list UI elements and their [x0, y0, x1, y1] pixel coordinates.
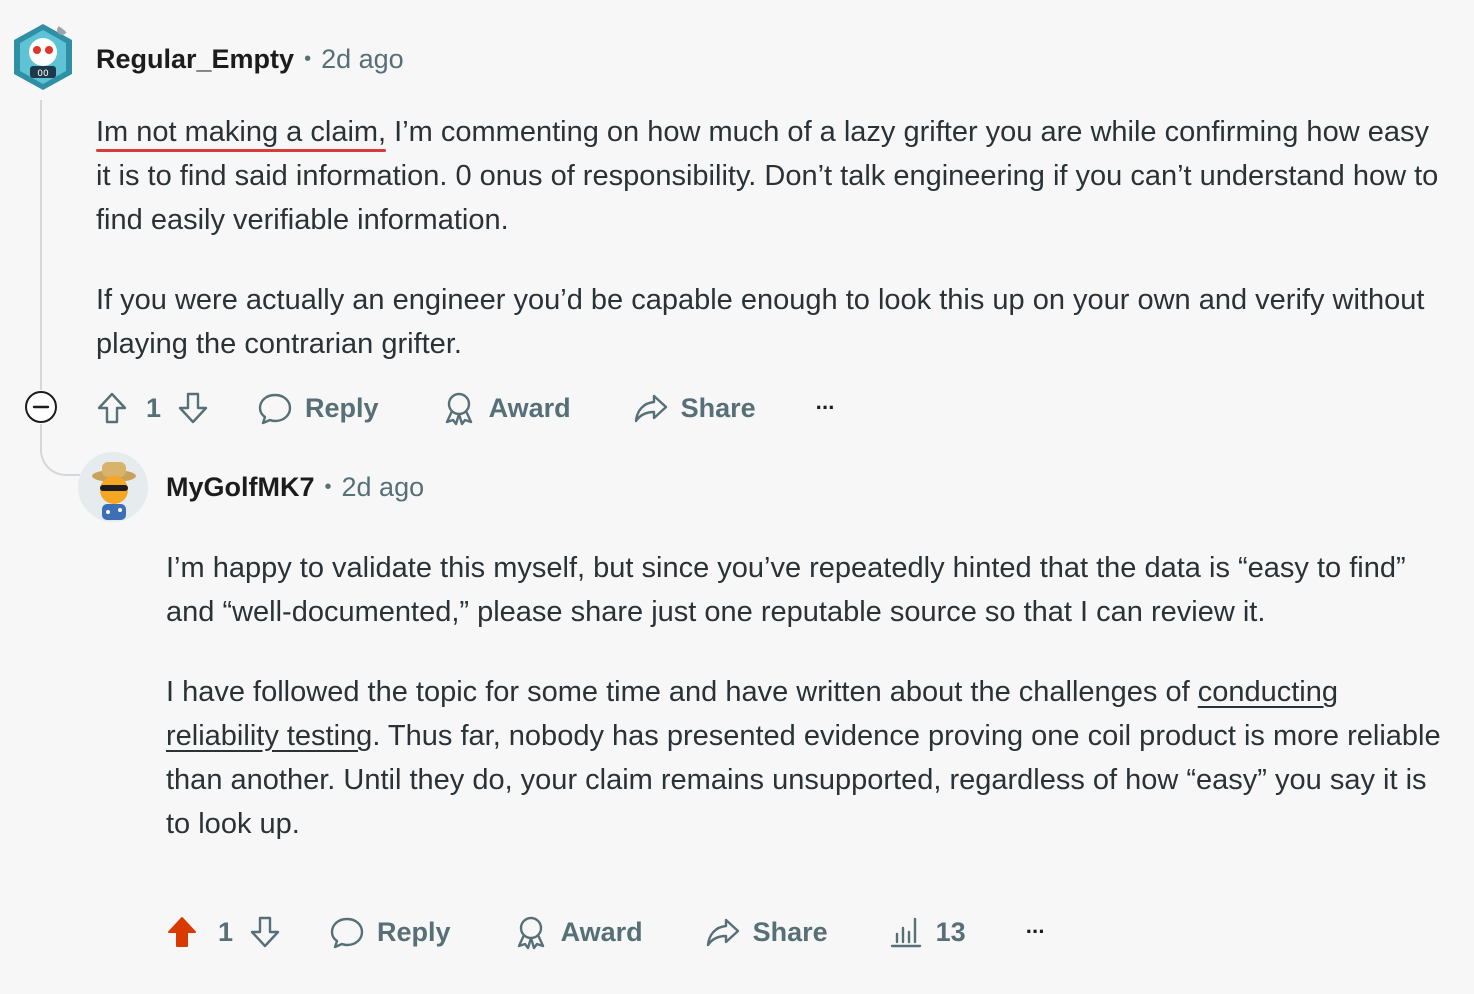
award-icon	[445, 392, 472, 426]
comment-body: I’m happy to validate this myself, but s…	[166, 546, 1446, 846]
upvote-button[interactable]	[164, 914, 200, 950]
comment-meta: Regular_Empty • 2d ago	[96, 44, 404, 75]
comment-actions: 1 Reply Award Share 13 ···	[164, 912, 1046, 952]
downvote-icon	[178, 392, 208, 424]
comment-actions: 1 Reply Award Share ···	[94, 388, 836, 428]
comment-paragraph: I have followed the topic for some time …	[166, 670, 1446, 846]
more-options-button[interactable]: ···	[1025, 919, 1046, 945]
vote-count: 1	[218, 916, 234, 947]
thread-connector	[40, 424, 80, 476]
timestamp[interactable]: 2d ago	[321, 44, 404, 75]
reply-button[interactable]: Reply	[329, 914, 451, 950]
downvote-button[interactable]	[175, 390, 211, 426]
more-icon: ···	[1025, 919, 1046, 944]
comment-meta: MyGolfMK7 • 2d ago	[166, 472, 424, 503]
share-label: Share	[680, 392, 756, 423]
award-button[interactable]: Award	[513, 914, 643, 950]
author-name[interactable]: Regular_Empty	[96, 44, 294, 75]
collapse-thread-button[interactable]	[24, 390, 58, 424]
insights-count: 13	[935, 916, 966, 947]
avatar[interactable]	[78, 452, 148, 522]
downvote-button[interactable]	[247, 914, 283, 950]
reply-icon	[258, 393, 292, 425]
timestamp[interactable]: 2d ago	[342, 472, 425, 503]
downvote-icon	[250, 916, 280, 948]
award-label: Award	[488, 392, 571, 423]
collapse-icon	[25, 391, 57, 423]
share-icon	[706, 918, 739, 947]
upvote-button[interactable]	[94, 390, 130, 426]
share-button[interactable]: Share	[705, 914, 828, 950]
insights-icon	[890, 917, 921, 948]
share-icon	[634, 394, 667, 423]
insights-button[interactable]: 13	[888, 914, 966, 950]
share-label: Share	[752, 916, 828, 947]
comment-body: Im not making a claim, I’m commenting on…	[96, 110, 1446, 366]
thread-line	[40, 100, 42, 390]
reply-button[interactable]: Reply	[257, 390, 379, 426]
more-icon: ···	[815, 395, 836, 420]
comment-paragraph: I’m happy to validate this myself, but s…	[166, 552, 1406, 628]
avatar[interactable]: 00	[10, 22, 76, 92]
vote-count: 1	[146, 392, 162, 423]
reply-label: Reply	[377, 916, 451, 947]
highlighted-phrase: Im not making a claim,	[96, 116, 387, 148]
meta-separator: •	[324, 476, 332, 498]
award-icon	[517, 916, 544, 950]
comment-paragraph: If you were actually an engineer you’d b…	[96, 284, 1425, 360]
comment-paragraph: Im not making a claim, I’m commenting on…	[96, 110, 1446, 242]
award-button[interactable]: Award	[441, 390, 571, 426]
upvote-icon	[168, 917, 196, 947]
reply-icon	[330, 917, 364, 949]
reply-label: Reply	[305, 392, 379, 423]
author-name[interactable]: MyGolfMK7	[166, 472, 315, 503]
svg-text:00: 00	[37, 69, 49, 79]
share-button[interactable]: Share	[633, 390, 756, 426]
paragraph-text: I have followed the topic for some time …	[166, 676, 1198, 708]
award-label: Award	[560, 916, 643, 947]
more-options-button[interactable]: ···	[815, 395, 836, 421]
meta-separator: •	[304, 48, 312, 70]
upvote-icon	[97, 392, 127, 424]
